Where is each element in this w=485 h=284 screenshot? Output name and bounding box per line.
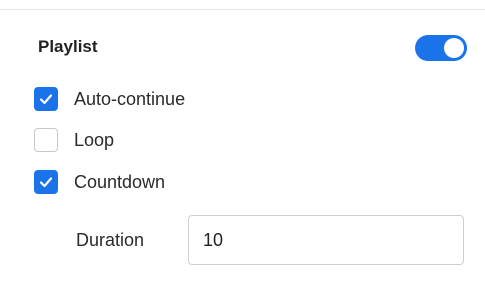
duration-input[interactable] — [188, 215, 464, 265]
checkmark-icon — [39, 177, 53, 188]
playlist-settings-panel: Playlist Auto-continue Loop Countdown Du… — [0, 0, 485, 284]
playlist-title: Playlist — [38, 37, 98, 56]
duration-label: Duration — [76, 230, 145, 250]
auto-continue-checkbox[interactable] — [34, 87, 58, 111]
countdown-label: Countdown — [74, 172, 166, 192]
loop-checkbox[interactable] — [34, 128, 58, 152]
top-divider — [0, 9, 485, 10]
checkmark-icon — [39, 94, 53, 105]
loop-label: Loop — [74, 130, 115, 150]
option-countdown[interactable]: Countdown — [34, 169, 165, 195]
option-loop[interactable]: Loop — [34, 127, 114, 153]
playlist-toggle[interactable] — [415, 35, 467, 61]
toggle-knob — [444, 38, 464, 58]
option-auto-continue[interactable]: Auto-continue — [34, 86, 185, 112]
auto-continue-label: Auto-continue — [74, 89, 186, 109]
countdown-checkbox[interactable] — [34, 170, 58, 194]
